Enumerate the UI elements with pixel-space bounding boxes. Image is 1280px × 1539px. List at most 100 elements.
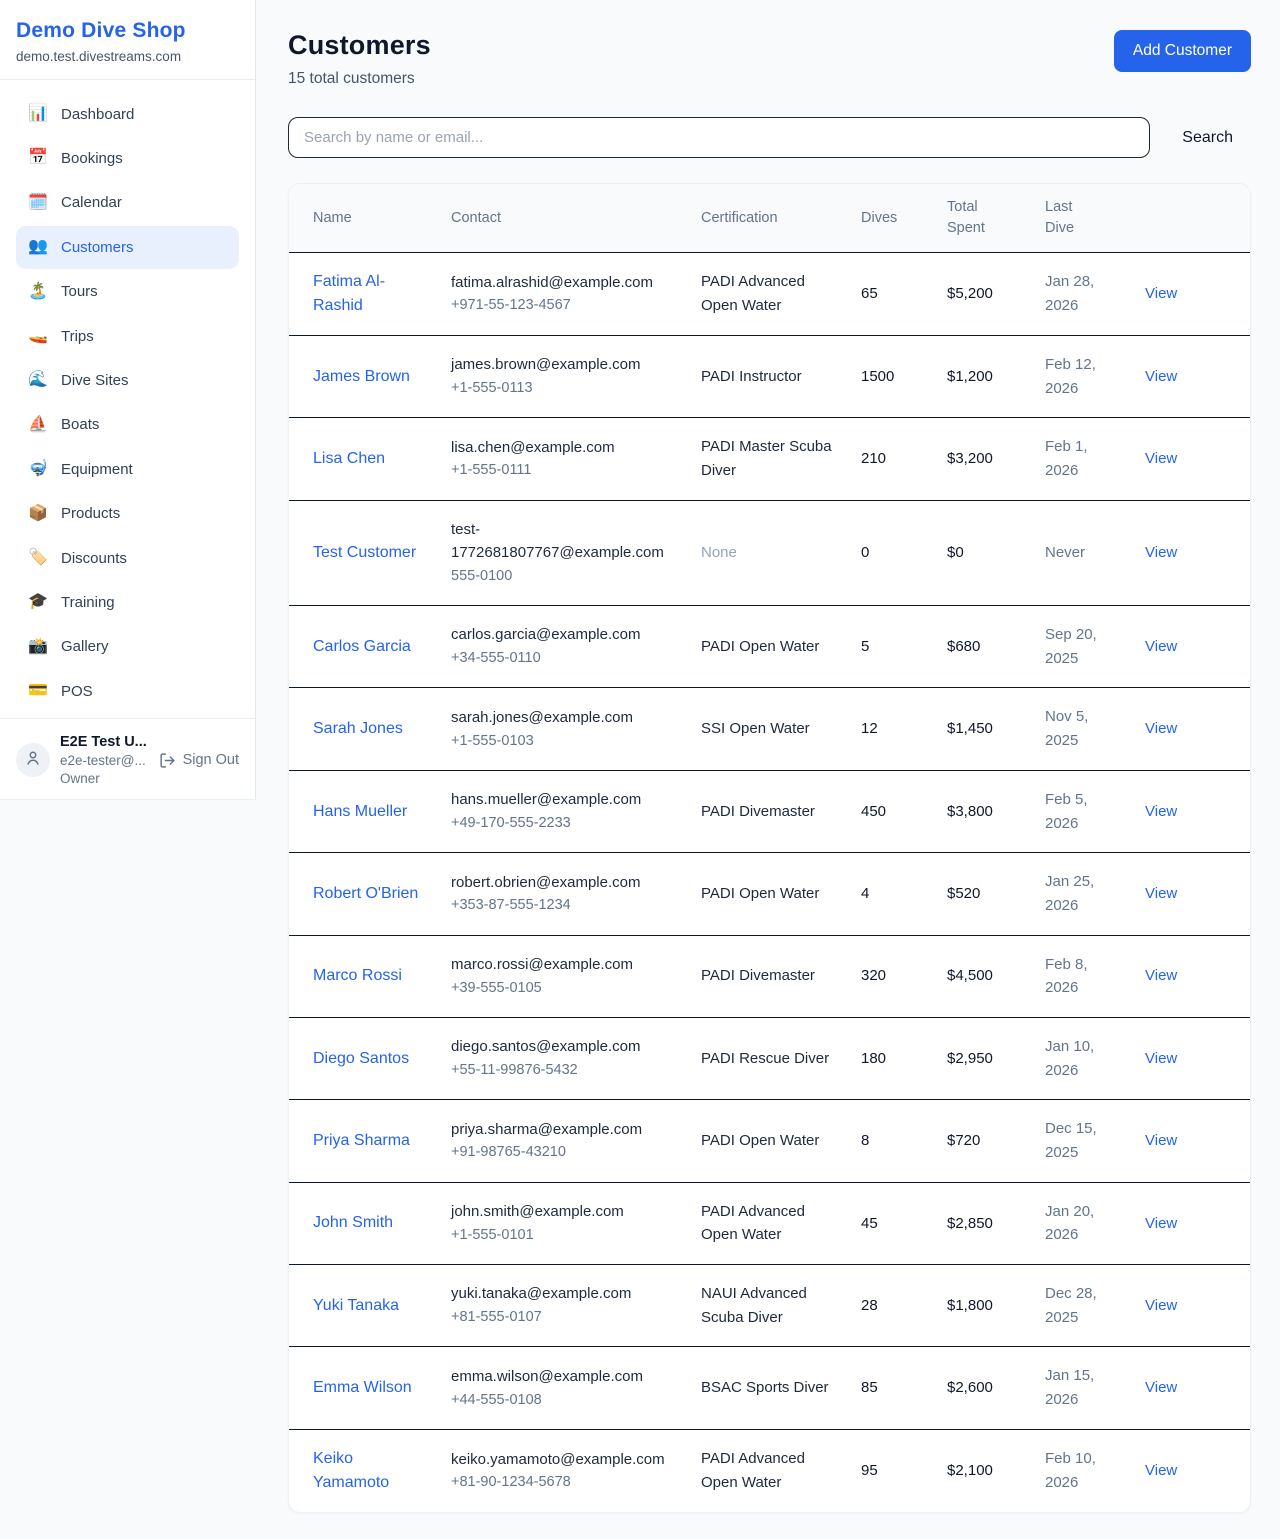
customer-phone: +81-90-1234-5678 — [451, 1471, 665, 1494]
customer-email: keiko.yamamoto@example.com — [451, 1448, 665, 1472]
customer-last-dive: Jan 15, 2026 — [1033, 1347, 1133, 1429]
customer-certification: PADI Rescue Diver — [689, 1017, 849, 1099]
add-customer-button[interactable]: Add Customer — [1114, 30, 1251, 72]
customer-email: diego.santos@example.com — [451, 1035, 665, 1059]
customer-name-link[interactable]: Emma Wilson — [313, 1379, 412, 1396]
view-link[interactable]: View — [1145, 803, 1177, 820]
customer-name-link[interactable]: Robert O'Brien — [313, 885, 418, 902]
pos-icon: 💳 — [28, 680, 48, 702]
customer-total-spent: $1,450 — [935, 688, 1033, 770]
sidebar-item-products[interactable]: 📦 Products — [16, 493, 239, 535]
view-link[interactable]: View — [1145, 285, 1177, 302]
view-link[interactable]: View — [1145, 1050, 1177, 1067]
customer-dives: 85 — [849, 1347, 935, 1429]
view-link[interactable]: View — [1145, 368, 1177, 385]
customer-phone: +971-55-123-4567 — [451, 294, 665, 317]
sidebar-item-trips[interactable]: 🚤 Trips — [16, 315, 239, 357]
customer-dives: 1500 — [849, 336, 935, 418]
customer-total-spent: $3,800 — [935, 770, 1033, 852]
customer-email: robert.obrien@example.com — [451, 871, 665, 895]
view-link[interactable]: View — [1145, 1462, 1177, 1479]
view-link[interactable]: View — [1145, 885, 1177, 902]
view-link[interactable]: View — [1145, 1297, 1177, 1314]
view-link[interactable]: View — [1145, 967, 1177, 984]
sidebar-item-pos[interactable]: 💳 POS — [16, 670, 239, 712]
view-link[interactable]: View — [1145, 450, 1177, 467]
customer-name-link[interactable]: Marco Rossi — [313, 967, 402, 984]
customer-name-link[interactable]: Test Customer — [313, 544, 416, 561]
customer-email: james.brown@example.com — [451, 353, 665, 377]
sidebar-item-discounts[interactable]: 🏷️ Discounts — [16, 537, 239, 579]
view-link[interactable]: View — [1145, 1379, 1177, 1396]
sidebar-item-calendar[interactable]: 🗓️ Calendar — [16, 182, 239, 224]
customer-certification: PADI Open Water — [689, 853, 849, 935]
customer-name-link[interactable]: Sarah Jones — [313, 720, 403, 737]
customer-name-link[interactable]: Yuki Tanaka — [313, 1297, 399, 1314]
customer-name-link[interactable]: Hans Mueller — [313, 803, 407, 820]
table-row: Priya Sharma priya.sharma@example.com +9… — [289, 1100, 1250, 1182]
customer-phone: +55-11-99876-5432 — [451, 1059, 665, 1082]
column-header-total-spent: Total Spent — [935, 184, 1033, 253]
customer-name-link[interactable]: Lisa Chen — [313, 450, 385, 467]
sidebar-item-training[interactable]: 🎓 Training — [16, 581, 239, 623]
customer-name-link[interactable]: James Brown — [313, 368, 410, 385]
customer-name-link[interactable]: Fatima Al-Rashid — [313, 273, 385, 314]
sidebar-item-customers[interactable]: 👥 Customers — [16, 226, 239, 268]
customer-certification: PADI Open Water — [689, 606, 849, 688]
sign-out-label: Sign Out — [183, 752, 239, 768]
user-role: Owner — [60, 771, 149, 786]
view-link[interactable]: View — [1145, 638, 1177, 655]
customer-total-spent: $5,200 — [935, 253, 1033, 336]
customer-dives: 95 — [849, 1429, 935, 1512]
search-input[interactable] — [288, 117, 1150, 158]
customer-name-link[interactable]: Carlos Garcia — [313, 638, 411, 655]
customer-certification: PADI Divemaster — [689, 935, 849, 1017]
customer-last-dive: Jan 25, 2026 — [1033, 853, 1133, 935]
customer-total-spent: $3,200 — [935, 418, 1033, 500]
customer-dives: 210 — [849, 418, 935, 500]
customer-certification: PADI Advanced Open Water — [689, 1429, 849, 1512]
customer-dives: 0 — [849, 500, 935, 605]
view-link[interactable]: View — [1145, 1215, 1177, 1232]
customer-last-dive: Sep 20, 2025 — [1033, 606, 1133, 688]
customer-email: carlos.garcia@example.com — [451, 623, 665, 647]
view-link[interactable]: View — [1145, 720, 1177, 737]
sidebar-item-tours[interactable]: 🏝️ Tours — [16, 271, 239, 313]
customer-phone: +44-555-0108 — [451, 1389, 665, 1412]
dive-sites-icon: 🌊 — [28, 369, 48, 391]
equipment-icon: 🤿 — [28, 458, 48, 480]
customer-total-spent: $2,950 — [935, 1017, 1033, 1099]
customer-phone: +49-170-555-2233 — [451, 812, 665, 835]
view-link[interactable]: View — [1145, 1132, 1177, 1149]
customer-name-link[interactable]: Diego Santos — [313, 1050, 409, 1067]
sidebar-item-dive-sites[interactable]: 🌊 Dive Sites — [16, 359, 239, 401]
shop-name: Demo Dive Shop — [16, 19, 239, 43]
sidebar-item-gallery[interactable]: 📸 Gallery — [16, 626, 239, 668]
customer-certification: PADI Advanced Open Water — [689, 253, 849, 336]
table-row: Yuki Tanaka yuki.tanaka@example.com +81-… — [289, 1265, 1250, 1347]
sidebar-item-equipment[interactable]: 🤿 Equipment — [16, 448, 239, 490]
customer-last-dive: Feb 1, 2026 — [1033, 418, 1133, 500]
sidebar: Demo Dive Shop demo.test.divestreams.com… — [0, 0, 256, 800]
customer-name-link[interactable]: Priya Sharma — [313, 1132, 410, 1149]
search-button[interactable]: Search — [1164, 121, 1251, 155]
column-header-last-dive: Last Dive — [1033, 184, 1133, 253]
customer-email: fatima.alrashid@example.com — [451, 271, 665, 295]
page-header-text: Customers 15 total customers — [288, 30, 431, 88]
view-link[interactable]: View — [1145, 544, 1177, 561]
table-row: Marco Rossi marco.rossi@example.com +39-… — [289, 935, 1250, 1017]
sidebar-item-boats[interactable]: ⛵ Boats — [16, 404, 239, 446]
boats-icon: ⛵ — [28, 414, 48, 436]
customer-name-link[interactable]: John Smith — [313, 1214, 393, 1231]
app-root: Demo Dive Shop demo.test.divestreams.com… — [0, 0, 1280, 1539]
products-icon: 📦 — [28, 503, 48, 525]
sidebar-item-dashboard[interactable]: 📊 Dashboard — [16, 93, 239, 135]
customer-dives: 450 — [849, 770, 935, 852]
sidebar-item-bookings[interactable]: 📅 Bookings — [16, 137, 239, 179]
customer-total-spent: $680 — [935, 606, 1033, 688]
customer-dives: 320 — [849, 935, 935, 1017]
sign-out-button[interactable]: Sign Out — [159, 752, 239, 769]
customer-certification: PADI Advanced Open Water — [689, 1182, 849, 1264]
customer-phone: +1-555-0111 — [451, 459, 665, 482]
customer-last-dive: Dec 28, 2025 — [1033, 1265, 1133, 1347]
